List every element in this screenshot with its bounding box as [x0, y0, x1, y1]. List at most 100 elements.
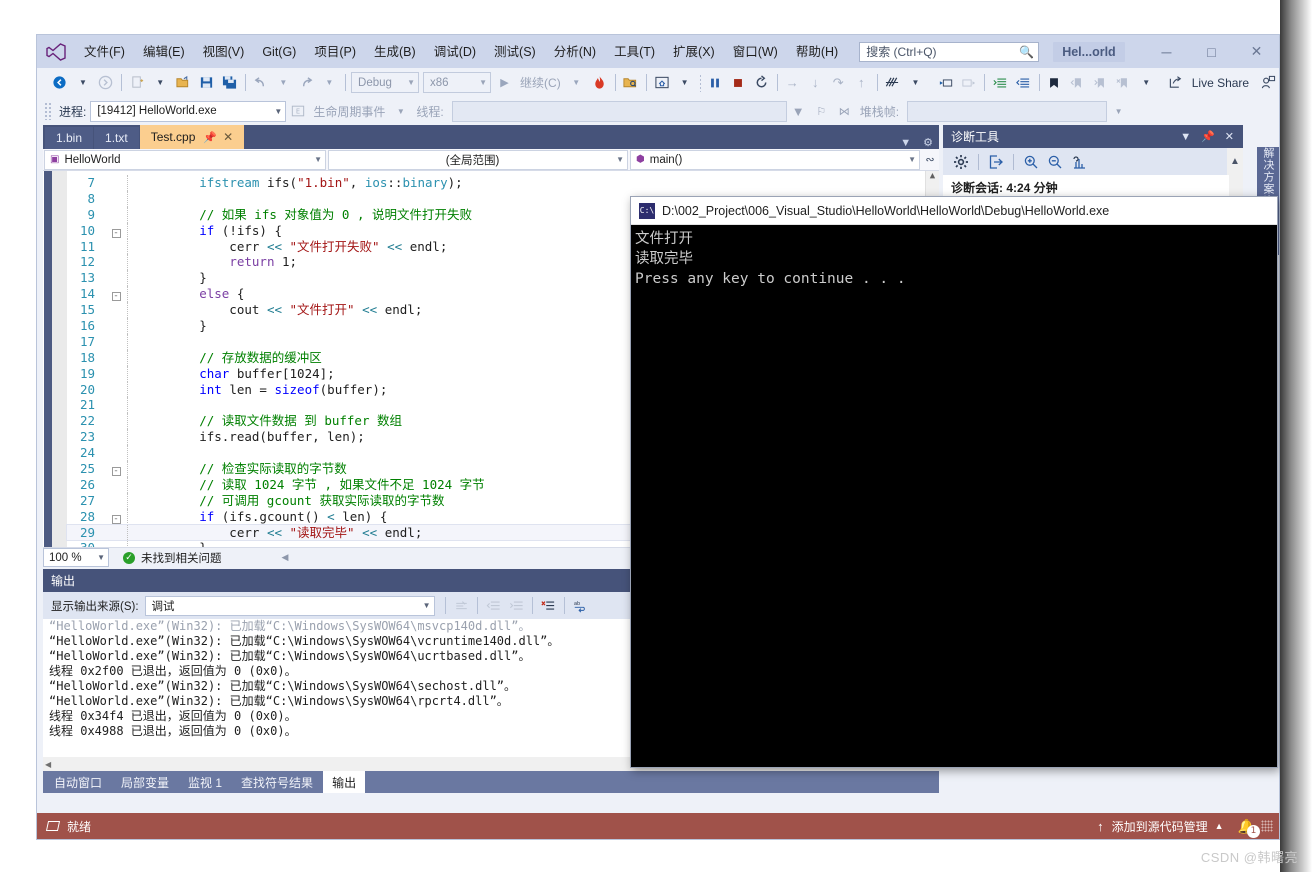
save-all-icon[interactable] [218, 71, 241, 94]
menu-file[interactable]: 文件(F) [75, 41, 134, 63]
decrease-indent-icon[interactable] [1012, 71, 1035, 94]
uncomment-selection-icon[interactable] [957, 71, 980, 94]
navigate-forward-icon[interactable] [94, 71, 117, 94]
menu-project[interactable]: 项目(P) [305, 41, 365, 63]
issue-prev-icon[interactable]: ◀ [282, 552, 289, 563]
fold-toggle[interactable]: - [105, 509, 127, 525]
gear-icon[interactable] [949, 151, 973, 173]
project-dropdown[interactable]: ▣ HelloWorld ▼ [44, 149, 326, 170]
increase-indent-icon[interactable] [989, 71, 1012, 94]
step-out-icon[interactable]: ↷ [827, 71, 850, 94]
menu-build[interactable]: 生成(B) [365, 41, 425, 63]
comment-selection-icon[interactable] [934, 71, 957, 94]
zoom-out-icon[interactable] [1043, 151, 1067, 173]
previous-bookmark-icon[interactable] [1066, 71, 1089, 94]
stackframe-dropdown-icon[interactable]: ▼ [1107, 100, 1130, 123]
threads-dropdown-icon[interactable]: ▼ [904, 71, 927, 94]
tab-test-cpp[interactable]: Test.cpp 📌 ✕ [139, 125, 245, 149]
output-go-to-previous-icon[interactable] [482, 594, 505, 617]
hot-reload-icon[interactable] [588, 71, 611, 94]
flag-icon[interactable]: ⚐ [810, 100, 833, 123]
output-source-dropdown[interactable]: 调试 ▼ [144, 595, 435, 616]
next-bookmark-icon[interactable] [1089, 71, 1112, 94]
platform-dropdown[interactable]: x86 ▼ [423, 72, 492, 93]
editor-breakpoint-gutter[interactable] [52, 171, 67, 547]
pin-icon[interactable]: 📌 [1196, 130, 1220, 143]
close-icon[interactable]: ✕ [1220, 130, 1239, 143]
configuration-dropdown[interactable]: Debug ▼ [351, 72, 420, 93]
new-item-dropdown-icon[interactable]: ▼ [149, 71, 172, 94]
stackframe-sep-icon[interactable]: ⋈ [833, 100, 856, 123]
bottom-tab-find-symbol-results[interactable]: 查找符号结果 [232, 772, 322, 792]
clear-output-icon[interactable] [537, 594, 560, 617]
scroll-left-icon[interactable]: ◀ [45, 760, 51, 769]
pin-icon[interactable]: 📌 [203, 131, 217, 144]
bottom-tab-watch-1[interactable]: 监视 1 [179, 772, 231, 792]
bookmark-dropdown-icon[interactable]: ▼ [1135, 71, 1158, 94]
bottom-tab-autos[interactable]: 自动窗口 [45, 772, 111, 792]
diagnostics-scroll-up-icon[interactable]: ▲ [1227, 148, 1243, 175]
code-line[interactable]: 7 ifstream ifs("1.bin", ios::binary); [67, 175, 939, 191]
navigate-backward-icon[interactable] [48, 71, 71, 94]
lifecycle-events-label[interactable]: 生命周期事件 [309, 103, 389, 120]
step-up-icon[interactable]: ↑ [850, 71, 873, 94]
toolbar-grip[interactable] [44, 102, 52, 120]
new-item-icon[interactable] [126, 71, 149, 94]
member-dropdown[interactable]: ⬢ main() ▼ [630, 149, 920, 170]
menu-extensions[interactable]: 扩展(X) [664, 41, 724, 63]
output-find-message-source-icon[interactable] [450, 594, 473, 617]
step-into-icon[interactable]: ↓ [804, 71, 827, 94]
clear-bookmarks-icon[interactable] [1112, 71, 1135, 94]
add-to-source-control-button[interactable]: ↑ 添加到源代码管理 ▲ [1091, 818, 1229, 835]
tab-list-dropdown-icon[interactable]: ▼ [894, 137, 917, 149]
tab-1-txt[interactable]: 1.txt [94, 127, 139, 149]
open-file-icon[interactable] [172, 71, 195, 94]
console-title-bar[interactable]: C:\ D:\002_Project\006_Visual_Studio\Hel… [631, 197, 1277, 225]
feedback-icon[interactable] [1256, 71, 1279, 94]
fold-toggle[interactable]: - [105, 286, 127, 302]
pause-icon[interactable] [704, 71, 727, 94]
redo-icon[interactable] [295, 71, 318, 94]
zoom-in-icon[interactable] [1019, 151, 1043, 173]
toolbar-grip[interactable] [44, 73, 46, 92]
lifecycle-events-icon[interactable]: E [286, 100, 309, 123]
tab-1-bin[interactable]: 1.bin [45, 127, 94, 149]
menu-window[interactable]: 窗口(W) [724, 41, 787, 63]
menu-git[interactable]: Git(G) [253, 41, 305, 63]
chart-icon[interactable] [1067, 151, 1091, 173]
maximize-button[interactable]: □ [1189, 36, 1234, 67]
lifecycle-dropdown-icon[interactable]: ▼ [389, 100, 412, 123]
menu-view[interactable]: 视图(V) [194, 41, 254, 63]
show-threads-icon[interactable] [881, 71, 904, 94]
attach-to-process-icon[interactable] [619, 71, 642, 94]
tab-settings-icon[interactable]: ⚙ [917, 136, 939, 149]
stop-icon[interactable] [727, 71, 750, 94]
step-over-icon[interactable]: → [781, 71, 804, 94]
continue-icon[interactable]: ▶ [493, 71, 516, 94]
menu-tools[interactable]: 工具(T) [605, 41, 664, 63]
menu-help[interactable]: 帮助(H) [787, 41, 847, 63]
fold-toggle[interactable]: - [105, 223, 127, 239]
minimize-button[interactable]: ─ [1144, 36, 1189, 67]
thread-dropdown[interactable] [451, 100, 787, 122]
fold-toggle[interactable]: - [105, 461, 127, 477]
console-window[interactable]: C:\ D:\002_Project\006_Visual_Studio\Hel… [630, 196, 1278, 768]
zoom-dropdown[interactable]: 100 % ▼ [43, 548, 109, 567]
live-share-label[interactable]: Live Share [1188, 76, 1253, 90]
close-button[interactable]: ✕ [1234, 36, 1279, 67]
bottom-tab-output[interactable]: 输出 [323, 771, 366, 793]
undo-dropdown-icon[interactable]: ▼ [272, 71, 295, 94]
scope-dropdown[interactable]: (全局范围) ▼ [328, 149, 628, 170]
menu-edit[interactable]: 编辑(E) [134, 41, 194, 63]
continue-dropdown-icon[interactable]: ▼ [565, 71, 588, 94]
save-icon[interactable] [195, 71, 218, 94]
process-dropdown[interactable]: [19412] HelloWorld.exe ▼ [90, 100, 287, 122]
undo-icon[interactable] [249, 71, 272, 94]
filter-icon[interactable]: ▼ [787, 100, 810, 123]
close-icon[interactable]: ✕ [223, 130, 233, 144]
pane-dropdown-icon[interactable]: ▼ [1175, 131, 1196, 143]
restart-icon[interactable] [750, 71, 773, 94]
menu-test[interactable]: 测试(S) [485, 41, 545, 63]
bottom-tab-locals[interactable]: 局部变量 [112, 772, 178, 792]
toggle-word-wrap-icon[interactable]: ab [569, 594, 592, 617]
